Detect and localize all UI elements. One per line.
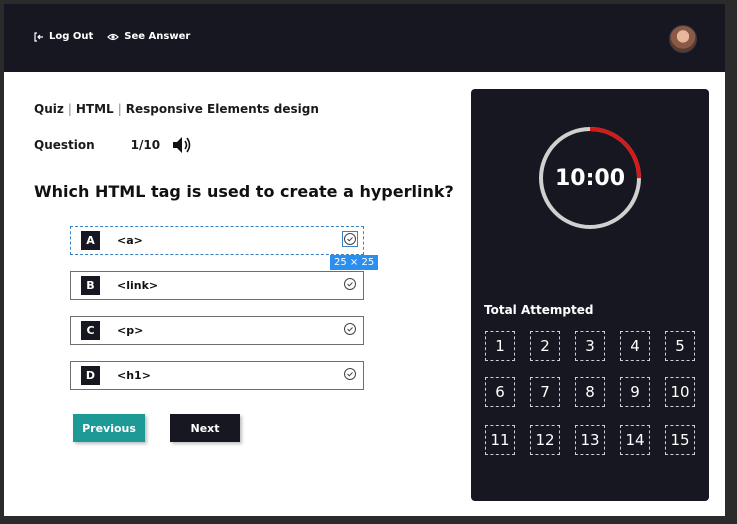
attempt-cell-15[interactable]: 15 xyxy=(665,425,695,455)
logout-label: Log Out xyxy=(49,31,94,42)
selection-size-tag: 25 × 25 xyxy=(330,255,379,270)
breadcrumb-quiz[interactable]: Quiz xyxy=(34,102,64,116)
attempt-cell-4[interactable]: 4 xyxy=(620,331,650,361)
logout-button[interactable]: Log Out xyxy=(34,31,93,42)
attempt-cell-5[interactable]: 5 xyxy=(665,331,695,361)
breadcrumb-html[interactable]: HTML xyxy=(76,102,114,116)
breadcrumb-separator: | xyxy=(67,102,72,116)
check-circle-icon xyxy=(343,321,363,340)
top-bar: Log Out See Answer xyxy=(4,4,725,72)
option-letter: B xyxy=(81,276,100,295)
option-letter: C xyxy=(81,321,100,340)
option-letter: A xyxy=(81,231,100,250)
option-d[interactable]: D <h1> xyxy=(70,361,364,390)
breadcrumb-topic[interactable]: Responsive Elements design xyxy=(126,102,319,116)
check-circle-icon xyxy=(343,276,363,295)
attempt-cell-11[interactable]: 11 xyxy=(485,425,515,455)
option-c[interactable]: C <p> xyxy=(70,316,364,345)
previous-button[interactable]: Previous xyxy=(73,414,145,442)
breadcrumb: Quiz | HTML | Responsive Elements design xyxy=(34,102,319,116)
question-counter: 1/10 xyxy=(130,138,161,152)
attempt-cell-9[interactable]: 9 xyxy=(620,377,650,407)
top-nav: Log Out See Answer xyxy=(34,31,190,42)
see-answer-label: See Answer xyxy=(124,31,191,42)
timer-display: 10:00 xyxy=(554,165,626,191)
attempt-cell-8[interactable]: 8 xyxy=(575,377,605,407)
next-button[interactable]: Next xyxy=(170,414,240,442)
avatar[interactable] xyxy=(669,25,697,53)
see-answer-button[interactable]: See Answer xyxy=(107,31,190,42)
eye-icon xyxy=(107,32,120,42)
option-text: <p> xyxy=(117,324,144,337)
app-frame: Log Out See Answer Quiz | HTML | Respons… xyxy=(4,4,725,516)
question-label: Question xyxy=(34,138,95,152)
timer-ring: 10:00 xyxy=(537,125,643,231)
attempt-cell-14[interactable]: 14 xyxy=(620,425,650,455)
attempt-cell-3[interactable]: 3 xyxy=(575,331,605,361)
question-text: Which HTML tag is used to create a hyper… xyxy=(34,182,454,201)
question-meta: Question 1/10 xyxy=(34,136,192,154)
check-circle-icon xyxy=(343,366,363,385)
timer-panel: 10:00 Total Attempted 1 2 3 4 5 6 7 8 9 10 11 12 13 1… xyxy=(471,89,709,501)
option-a[interactable]: A <a> xyxy=(70,226,364,255)
attempt-cell-6[interactable]: 6 xyxy=(485,377,515,407)
option-text: <h1> xyxy=(117,369,151,382)
attempt-cell-7[interactable]: 7 xyxy=(530,377,560,407)
attempt-cell-1[interactable]: 1 xyxy=(485,331,515,361)
speaker-icon[interactable] xyxy=(172,136,192,154)
breadcrumb-separator: | xyxy=(117,102,122,116)
check-circle-icon xyxy=(342,231,363,250)
logout-icon xyxy=(34,31,44,42)
attempt-cell-13[interactable]: 13 xyxy=(575,425,605,455)
option-text: <a> xyxy=(117,234,143,247)
attempt-cell-2[interactable]: 2 xyxy=(530,331,560,361)
attempt-cell-10[interactable]: 10 xyxy=(665,377,695,407)
option-text: <link> xyxy=(117,279,159,292)
option-letter: D xyxy=(81,366,100,385)
attempt-cell-12[interactable]: 12 xyxy=(530,425,560,455)
option-b[interactable]: B <link> xyxy=(70,271,364,300)
total-attempted-label: Total Attempted xyxy=(484,303,594,317)
